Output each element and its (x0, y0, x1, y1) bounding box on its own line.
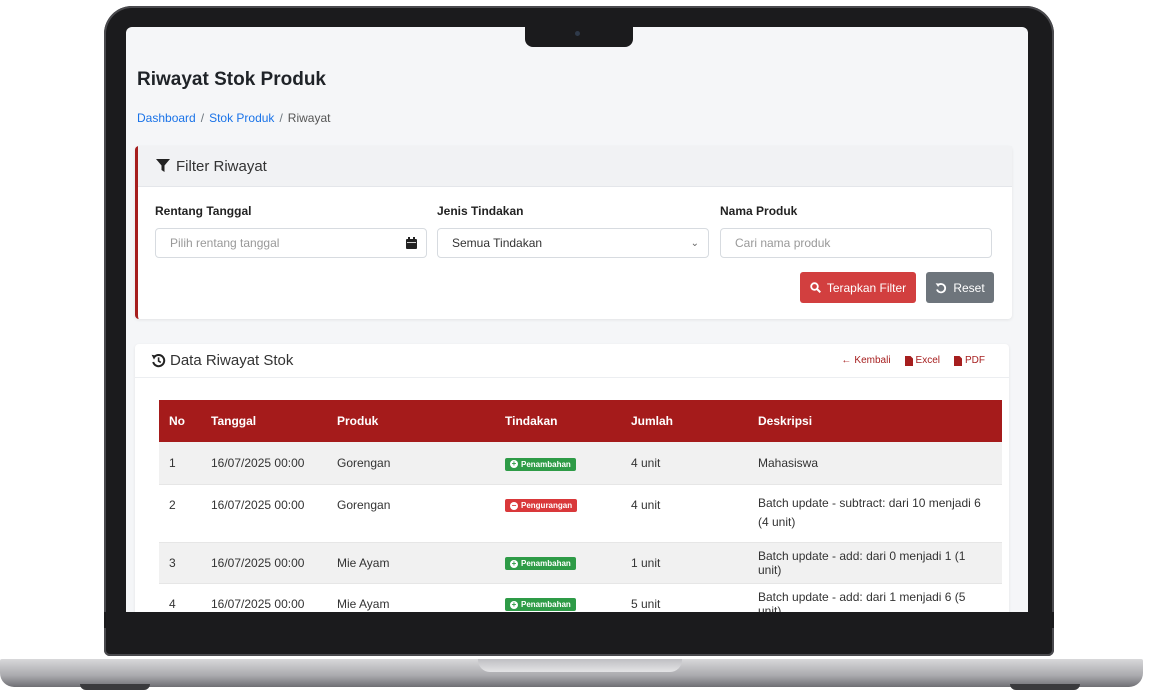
apply-filter-button[interactable]: Terapkan Filter (800, 272, 916, 303)
filter-header: Filter Riwayat (138, 146, 1012, 187)
reset-label: Reset (953, 280, 985, 295)
camera-icon (575, 31, 580, 36)
search-icon (810, 282, 821, 293)
minus-circle-icon: − (510, 500, 518, 510)
cell-no: 3 (169, 555, 176, 570)
filter-title: Filter Riwayat (176, 157, 267, 175)
laptop-base-notch (478, 659, 682, 672)
apply-filter-label: Terapkan Filter (826, 280, 907, 295)
breadcrumb-stok-produk[interactable]: Stok Produk (209, 111, 274, 125)
cell-tindakan: + Penambahan (495, 542, 621, 583)
breadcrumb-current: Riwayat (287, 111, 331, 125)
table-row: 1 16/07/2025 00:00 Gorengan + Penambahan … (159, 442, 1002, 484)
reset-button[interactable]: Reset (926, 272, 994, 303)
product-search-placeholder: Cari nama produk (735, 236, 831, 250)
camera-notch (525, 27, 633, 47)
file-pdf-icon (954, 355, 962, 366)
table-header-row: No Tanggal Produk Tindakan Jumlah Deskri… (159, 400, 1002, 442)
date-range-placeholder: Pilih rentang tanggal (170, 236, 280, 250)
breadcrumb: Dashboard / Stok Produk / Riwayat (137, 111, 331, 125)
excel-label: Excel (915, 355, 940, 366)
status-badge: + Penambahan (505, 598, 576, 612)
export-excel-link[interactable]: Excel (904, 355, 940, 366)
breadcrumb-dashboard[interactable]: Dashboard (137, 111, 196, 125)
col-tanggal: Tanggal (211, 414, 257, 428)
col-deskripsi: Deskripsi (758, 414, 813, 428)
status-badge: + Penambahan (505, 457, 576, 471)
date-range-label: Rentang Tanggal (155, 204, 252, 218)
data-title: Data Riwayat Stok (170, 352, 294, 369)
cell-no: 2 (169, 497, 176, 512)
cell-deskripsi: Mahasiswa (758, 455, 819, 470)
plus-circle-icon: + (510, 558, 518, 568)
status-badge: − Pengurangan (505, 499, 578, 512)
screen: Riwayat Stok Produk Dashboard / Stok Produ… (126, 27, 1028, 612)
badge-label: Penambahan (521, 600, 571, 610)
status-badge: + Penambahan (505, 557, 576, 571)
cell-jumlah: 4 unit (631, 497, 661, 512)
table-row: 2 16/07/2025 00:00 Gorengan − Pengurangan… (159, 484, 1002, 542)
action-type-value: Semua Tindakan (452, 236, 543, 250)
laptop-foot-left (80, 684, 150, 690)
data-actions: ← Kembali Excel PDF (841, 355, 985, 366)
cell-deskripsi: Batch update - subtract: dari 10 menjadi… (758, 496, 981, 529)
cell-jumlah: 5 unit (631, 596, 661, 611)
arrow-left-icon: ← (841, 355, 852, 366)
cell-tanggal: 16/07/2025 00:00 (211, 596, 305, 611)
history-table: No Tanggal Produk Tindakan Jumlah Deskri… (159, 400, 1002, 612)
chevron-down-icon: ⌄ (690, 238, 699, 249)
table-row: 3 16/07/2025 00:00 Mie Ayam + Penambahan … (159, 542, 1002, 583)
badge-label: Pengurangan (521, 501, 573, 510)
plus-circle-icon: + (510, 599, 518, 609)
table-row: 4 16/07/2025 00:00 Mie Ayam + Penambahan … (159, 583, 1002, 612)
action-type-label: Jenis Tindakan (437, 204, 524, 218)
history-icon (151, 354, 166, 368)
file-excel-icon (904, 355, 913, 366)
product-search-input[interactable]: Cari nama produk (720, 228, 992, 258)
laptop-bezel (104, 612, 1054, 628)
date-range-input[interactable]: Pilih rentang tanggal (155, 228, 427, 258)
plus-circle-icon: + (510, 459, 518, 468)
back-link[interactable]: ← Kembali (841, 355, 890, 366)
col-produk: Produk (337, 414, 379, 428)
data-header: Data Riwayat Stok ← Kembali Excel PDF (135, 344, 1009, 378)
cell-produk: Mie Ayam (337, 596, 390, 611)
data-card: Data Riwayat Stok ← Kembali Excel PDF No … (135, 344, 1009, 612)
cell-produk: Gorengan (337, 455, 391, 470)
cell-tanggal: 16/07/2025 00:00 (211, 455, 305, 470)
col-no: No (169, 414, 185, 428)
cell-produk: Mie Ayam (337, 555, 390, 570)
badge-label: Penambahan (521, 459, 571, 469)
cell-tindakan: + Penambahan (495, 442, 621, 484)
cell-tindakan: − Pengurangan (495, 484, 621, 542)
back-label: Kembali (854, 355, 891, 366)
filter-icon (156, 159, 170, 172)
badge-label: Penambahan (521, 559, 571, 569)
export-pdf-link[interactable]: PDF (954, 355, 985, 366)
cell-jumlah: 1 unit (631, 555, 661, 570)
page-title: Riwayat Stok Produk (137, 69, 326, 90)
col-tindakan: Tindakan (505, 414, 558, 428)
cell-no: 4 (169, 596, 176, 611)
cell-tanggal: 16/07/2025 00:00 (211, 555, 305, 570)
cell-tindakan: + Penambahan (495, 583, 621, 612)
product-name-label: Nama Produk (720, 204, 798, 218)
calendar-icon (406, 237, 417, 249)
pdf-label: PDF (965, 355, 985, 366)
action-type-select[interactable]: Semua Tindakan ⌄ (437, 228, 709, 258)
cell-produk: Gorengan (337, 497, 391, 512)
cell-no: 1 (169, 455, 176, 470)
cell-deskripsi: Batch update - add: dari 1 menjadi 6 (5 … (758, 589, 966, 613)
laptop-foot-right (1010, 684, 1080, 690)
filter-card: Filter Riwayat Rentang Tanggal Jenis Tin… (135, 146, 1012, 319)
cell-jumlah: 4 unit (631, 455, 661, 470)
cell-deskripsi: Batch update - add: dari 0 menjadi 1 (1 … (758, 548, 966, 577)
undo-icon (935, 282, 947, 293)
cell-tanggal: 16/07/2025 00:00 (211, 497, 305, 512)
col-jumlah: Jumlah (631, 414, 674, 428)
data-title-wrap: Data Riwayat Stok (151, 352, 293, 369)
